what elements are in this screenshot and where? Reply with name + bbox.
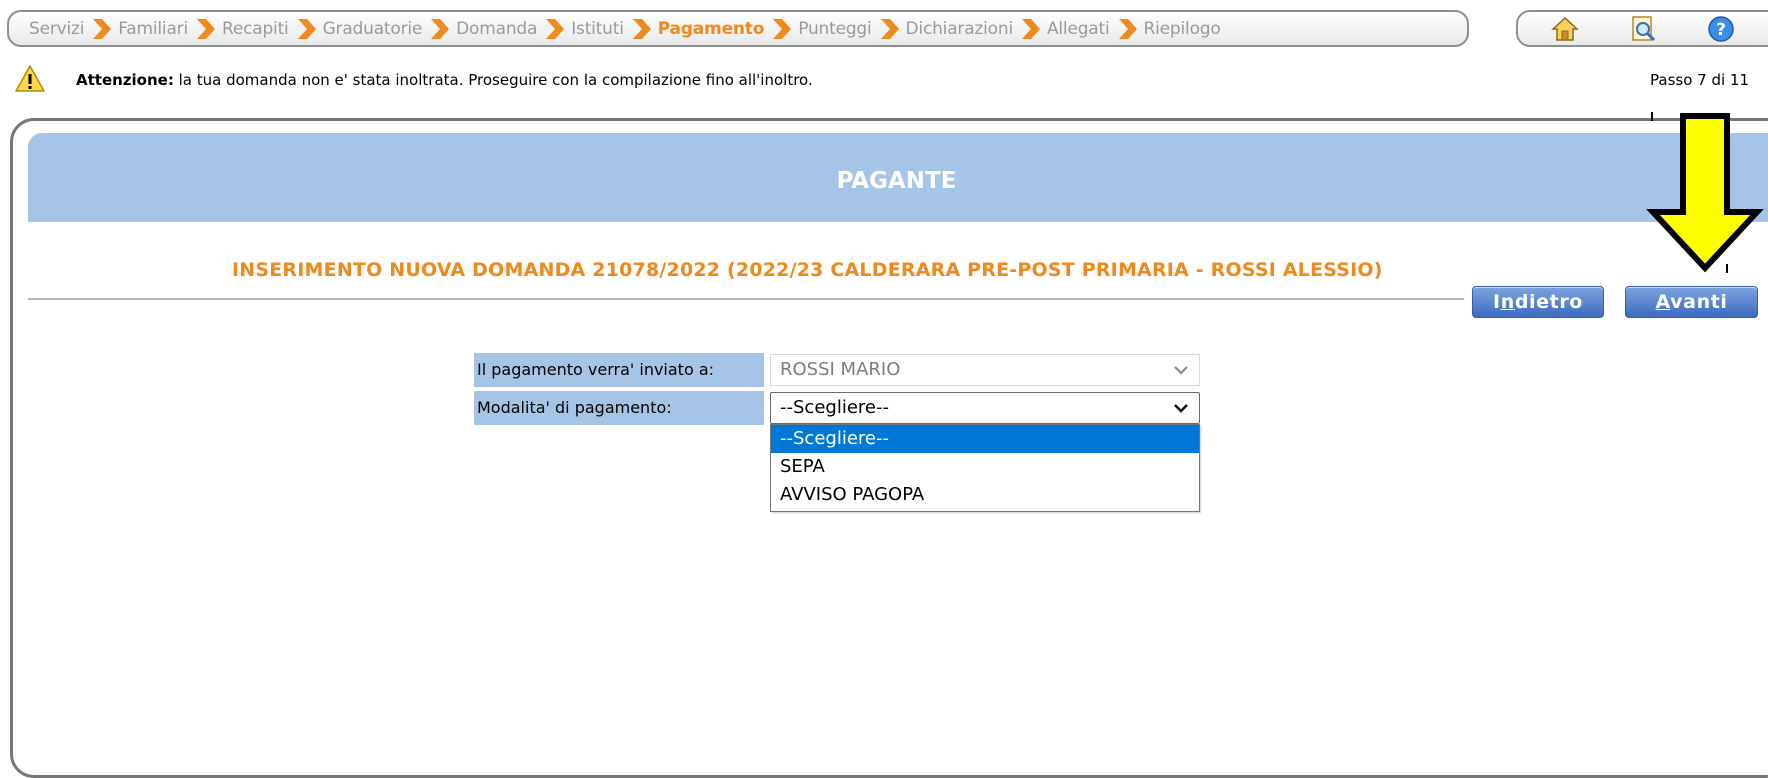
help-icon[interactable]: ? bbox=[1706, 14, 1736, 44]
chevron-right-icon bbox=[773, 18, 792, 39]
chevron-down-icon bbox=[1174, 366, 1188, 375]
breadcrumb-item-istituti[interactable]: Istituti bbox=[571, 19, 624, 39]
warning-text: la tua domanda non e' stata inoltrata. P… bbox=[173, 71, 813, 89]
toolbar: ? bbox=[1516, 10, 1768, 47]
payer-label: Il pagamento verra' inviato a: bbox=[474, 353, 764, 387]
warning-triangle-icon bbox=[14, 64, 46, 94]
payment-mode-option[interactable]: SEPA bbox=[771, 453, 1199, 481]
breadcrumb-item-dichiarazioni[interactable]: Dichiarazioni bbox=[906, 19, 1014, 39]
chevron-right-icon bbox=[196, 18, 215, 39]
chevron-down-icon bbox=[1174, 404, 1188, 413]
breadcrumb-item-recapiti[interactable]: Recapiti bbox=[222, 19, 289, 39]
chevron-right-icon bbox=[1118, 18, 1137, 39]
home-icon[interactable] bbox=[1550, 14, 1580, 44]
search-document-icon[interactable] bbox=[1628, 14, 1658, 44]
payment-mode-label: Modalita' di pagamento: bbox=[474, 391, 764, 425]
warning-message: Attenzione: la tua domanda non e' stata … bbox=[76, 71, 813, 89]
payment-mode-value: --Scegliere-- bbox=[780, 397, 889, 418]
back-button[interactable]: Indietro bbox=[1472, 286, 1604, 318]
chevron-right-icon bbox=[297, 18, 316, 39]
breadcrumb-item-pagamento[interactable]: Pagamento bbox=[658, 19, 765, 39]
payer-value: ROSSI MARIO bbox=[780, 359, 901, 380]
section-title: PAGANTE bbox=[836, 168, 957, 194]
chevron-right-icon bbox=[93, 18, 112, 39]
payment-mode-select[interactable]: --Scegliere-- bbox=[770, 392, 1200, 424]
chevron-right-icon bbox=[632, 18, 651, 39]
breadcrumb-item-servizi[interactable]: Servizi bbox=[29, 19, 84, 39]
chevron-right-icon bbox=[880, 18, 899, 39]
payment-mode-options: --Scegliere-- SEPA AVVISO PAGOPA bbox=[770, 424, 1200, 512]
breadcrumb-item-domanda[interactable]: Domanda bbox=[456, 19, 537, 39]
svg-text:?: ? bbox=[1716, 20, 1726, 40]
page-subtitle: INSERIMENTO NUOVA DOMANDA 21078/2022 (20… bbox=[232, 259, 1383, 281]
divider bbox=[28, 298, 1464, 300]
breadcrumb-item-familiari[interactable]: Familiari bbox=[118, 19, 188, 39]
breadcrumb-item-graduatorie[interactable]: Graduatorie bbox=[323, 19, 423, 39]
chevron-right-icon bbox=[546, 18, 565, 39]
breadcrumb-item-punteggi[interactable]: Punteggi bbox=[798, 19, 872, 39]
payer-select[interactable]: ROSSI MARIO bbox=[770, 354, 1200, 386]
down-arrow-icon bbox=[1646, 113, 1764, 273]
breadcrumb-item-allegati[interactable]: Allegati bbox=[1047, 19, 1110, 39]
warning-label: Attenzione: bbox=[76, 71, 174, 89]
chevron-right-icon bbox=[1021, 18, 1040, 39]
breadcrumb-item-riepilogo[interactable]: Riepilogo bbox=[1144, 19, 1221, 39]
payment-mode-option[interactable]: --Scegliere-- bbox=[771, 425, 1199, 453]
next-button[interactable]: Avanti bbox=[1625, 286, 1758, 318]
step-indicator: Passo 7 di 11 bbox=[1650, 71, 1749, 89]
payment-mode-option[interactable]: AVVISO PAGOPA bbox=[771, 481, 1199, 509]
wizard-breadcrumb: Servizi Familiari Recapiti Graduatorie Doman… bbox=[7, 10, 1469, 47]
chevron-right-icon bbox=[431, 18, 450, 39]
